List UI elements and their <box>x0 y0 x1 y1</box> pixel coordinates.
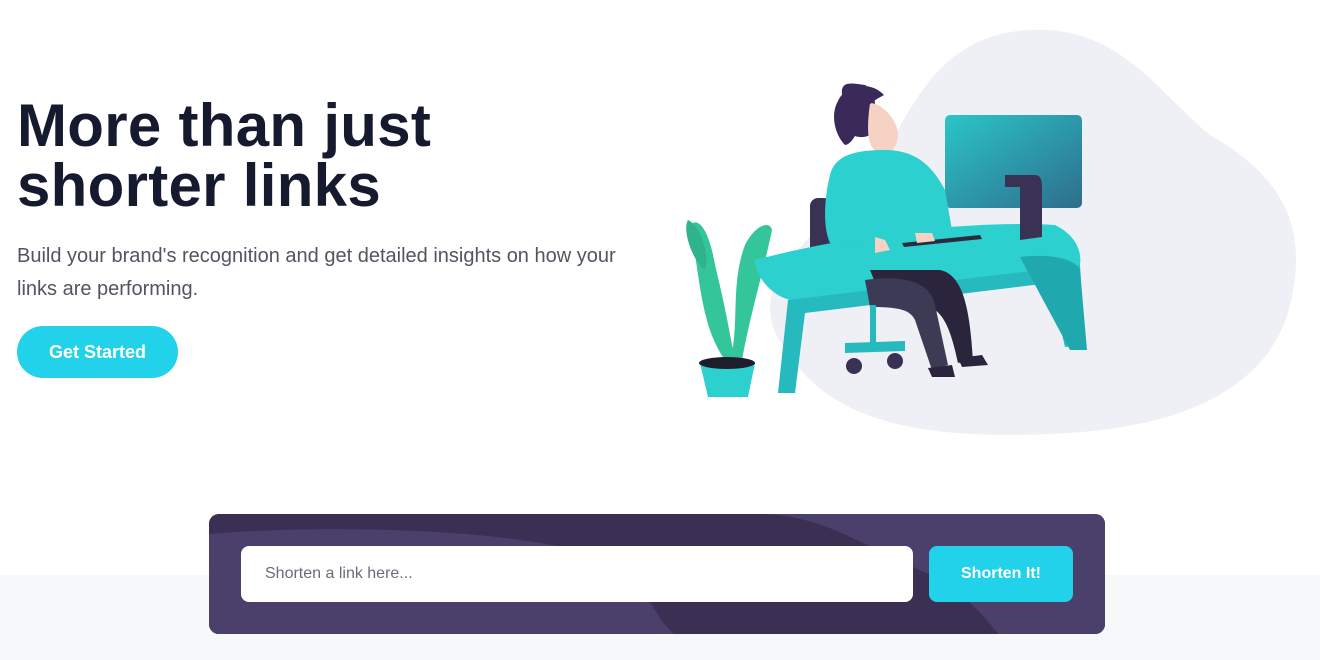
hero-title: More than just shorter links <box>17 96 431 216</box>
hero-description: Build your brand's recognition and get d… <box>17 245 616 300</box>
get-started-button[interactable]: Get Started <box>17 326 178 378</box>
hero-title-line-2: shorter links <box>17 152 382 219</box>
working-illustration <box>686 29 1297 435</box>
plant-icon <box>686 220 772 397</box>
hero-title-line-1: More than just <box>17 92 432 159</box>
shorten-form: Shorten It! <box>209 514 1105 634</box>
shorten-it-button[interactable]: Shorten It! <box>929 546 1073 602</box>
link-input[interactable] <box>241 546 913 602</box>
